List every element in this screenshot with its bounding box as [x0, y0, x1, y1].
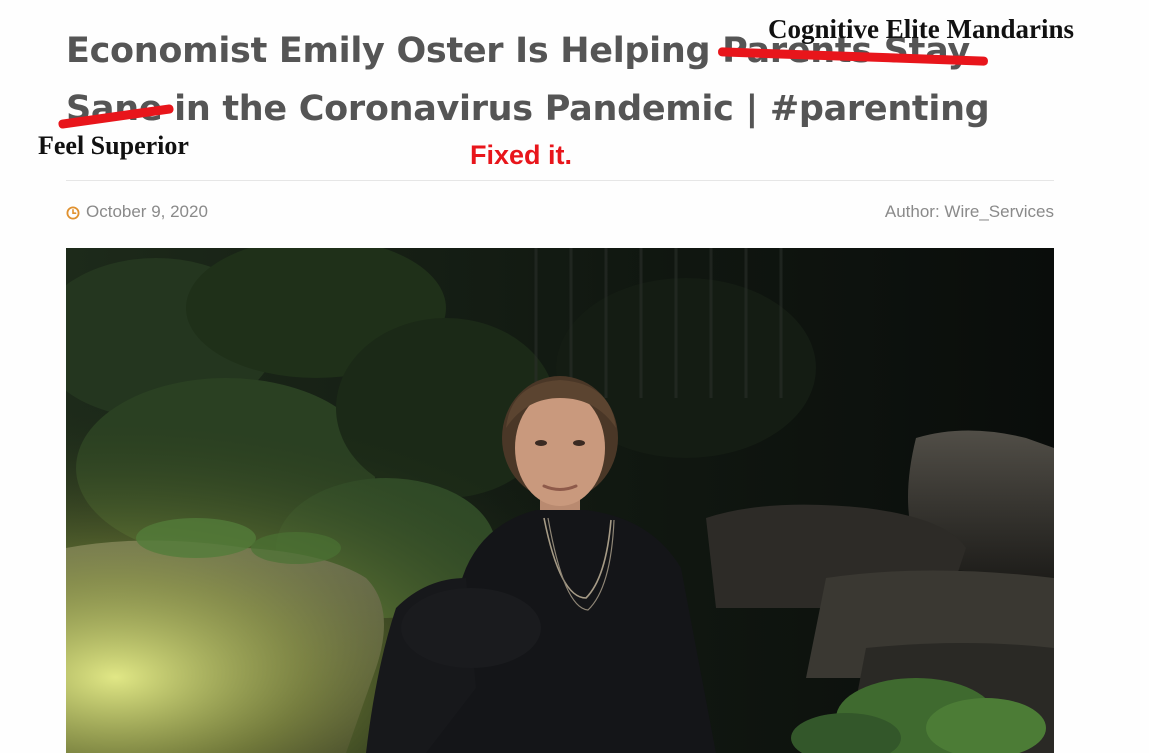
author-name[interactable]: Wire_Services — [944, 202, 1054, 221]
replacement-annotation-top: Cognitive Elite Mandarins — [768, 14, 1075, 44]
headline-part-1: Economist Emily Oster Is Helping — [66, 31, 723, 71]
article-page: Economist Emily Oster Is Helping Parents… — [0, 0, 1149, 753]
fixed-it-annotation: Fixed it. — [470, 140, 573, 170]
struck-word-sane: Sane — [57, 80, 175, 138]
post-date-text: October 9, 2020 — [86, 202, 208, 221]
author-label: Author: — [884, 202, 940, 221]
post-date: October 9, 2020 — [66, 202, 208, 222]
article-meta: October 9, 2020 Author: Wire_Services — [66, 202, 1054, 224]
header-divider — [66, 180, 1054, 181]
photo-illustration — [66, 248, 1054, 753]
headline-part-2: in the Coronavirus Pandemic | #parenting — [162, 89, 990, 129]
clock-icon — [66, 205, 80, 220]
post-author: Author: Wire_Services — [885, 202, 1054, 222]
article-photo — [66, 248, 1054, 753]
replacement-annotation-left: Feel Superior — [38, 131, 189, 160]
